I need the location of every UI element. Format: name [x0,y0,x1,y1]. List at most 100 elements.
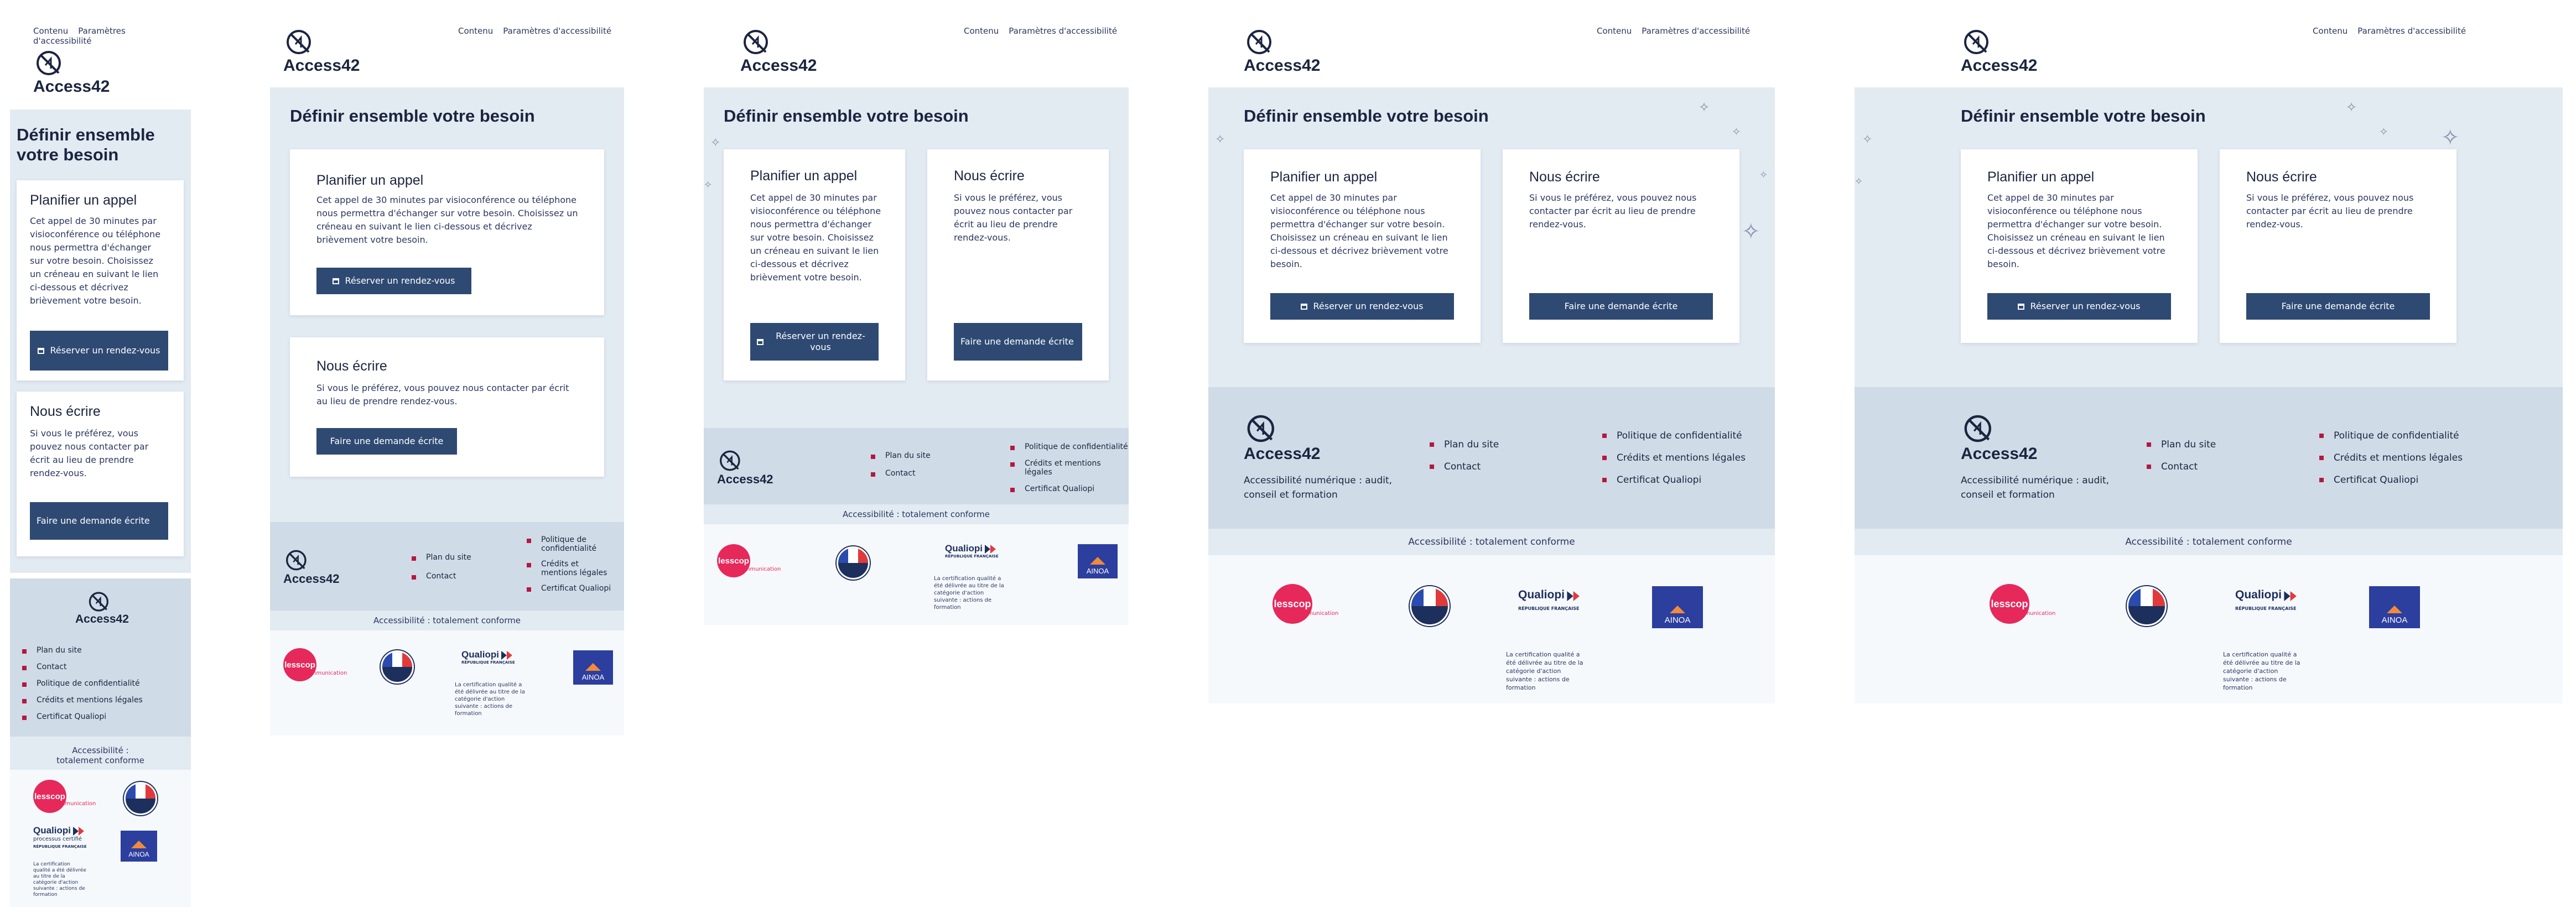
qualiopi-logo[interactable]: Qualiopi RÉPUBLIQUE FRANÇAISE [945,543,999,559]
footer-link-contact[interactable]: Contact [1430,461,1499,472]
footer-links-secondary: Politique de confidentialité Crédits et … [1602,430,1746,486]
book-appointment-button[interactable]: Réserver un rendez-vous [1270,293,1454,320]
footer-logo[interactable]: Access42 [717,447,773,487]
skip-link-accessibility[interactable]: Paramètres d'accessibilité [1642,26,1750,36]
skip-link-content[interactable]: Contenu [33,26,68,36]
ainoa-logo[interactable]: AINOA [1078,544,1118,578]
page-title: Définir ensemble votre besoin [290,106,535,126]
footer-link-privacy[interactable]: Politique de confidentialité [1602,430,1746,441]
footer-link-sitemap[interactable]: Plan du site [2147,439,2216,450]
sparkle-icon: ✧ [704,179,713,191]
footer-link-sitemap[interactable]: Plan du site [1430,439,1499,450]
skip-link-accessibility[interactable]: Paramètres d'accessibilité [2357,26,2466,36]
site-logo[interactable]: Access42 [1244,25,1320,75]
footer-link-contact[interactable]: Contact [22,663,143,671]
written-request-button[interactable]: Faire une demande écrite [2246,293,2430,320]
card-write: Nous écrire Si vous le préférez, vous po… [17,392,184,556]
accessibility-status[interactable]: Accessibilité : totalement conforme [10,737,191,770]
qualiopi-subtext: processus certifié [33,836,82,842]
footer-logo[interactable]: Access42 [75,588,129,626]
skip-links: Contenu Paramètres d'accessibilité [458,26,621,36]
agreement-badge[interactable] [381,650,414,684]
footer-link-privacy[interactable]: Politique de confidentialité [1010,442,1129,451]
card-call: Planifier un appel Cet appel de 30 minut… [290,149,604,315]
qualiopi-arrows-icon [2284,591,2297,601]
skip-link-content[interactable]: Contenu [1597,26,1632,36]
footer-link-credits[interactable]: Crédits et mentions légales [2319,452,2463,463]
qualiopi-logo[interactable]: Qualiopi RÉPUBLIQUE FRANÇAISE [2235,588,2300,611]
ainoa-label: AINOA [1664,616,1691,625]
scop-logo[interactable]: lesscop [33,780,66,813]
agreement-badge[interactable] [124,782,157,815]
accessibility-status[interactable]: Accessibilité : totalement conforme [1855,529,2563,555]
qualiopi-brand: Qualiopi [461,649,499,660]
written-request-button[interactable]: Faire une demande écrite [30,502,168,540]
qualiopi-logo[interactable]: Qualiopi processus certifié RÉPUBLIQUE F… [33,825,87,849]
hero-section: Définir ensemble votre besoin Planifier … [10,109,191,573]
access42-logo-icon [744,30,768,54]
footer-link-credits[interactable]: Crédits et mentions légales [1602,452,1746,463]
ainoa-logo[interactable]: AINOA [121,831,157,862]
site-logo[interactable]: Access42 [283,25,360,75]
qualiopi-logo[interactable]: Qualiopi RÉPUBLIQUE FRANÇAISE [461,649,516,665]
site-header: Contenu Paramètres d'accessibilité Access… [10,0,191,105]
footer-logo[interactable]: Access42 [1244,410,1320,463]
scop-logo[interactable]: lesscop [283,648,316,681]
footer-link-qualiopi[interactable]: Certificat Qualiopi [1602,474,1746,486]
footer-link-sitemap[interactable]: Plan du site [412,553,471,562]
skip-link-content[interactable]: Contenu [458,26,493,36]
footer-link-credits[interactable]: Crédits et mentions légales [22,696,143,705]
footer-link-sitemap[interactable]: Plan du site [22,646,143,655]
written-request-button[interactable]: Faire une demande écrite [1529,293,1713,320]
card-call-title: Planifier un appel [750,168,858,184]
agreement-badge[interactable] [837,546,870,580]
scop-logo[interactable]: lesscop [717,544,750,577]
footer-link-privacy[interactable]: Politique de confidentialité [527,535,615,553]
footer-link-qualiopi[interactable]: Certificat Qualiopi [527,584,615,593]
written-request-button[interactable]: Faire une demande écrite [316,428,457,455]
book-appointment-button[interactable]: Réserver un rendez-vous [316,268,471,294]
qualiopi-logo[interactable]: Qualiopi RÉPUBLIQUE FRANÇAISE [1518,588,1583,611]
book-appointment-button[interactable]: Réserver un rendez-vous [1987,293,2171,320]
card-call: Planifier un appel Cet appel de 30 minut… [17,180,184,380]
agreement-badge[interactable] [1410,586,1450,626]
footer-link-credits[interactable]: Crédits et mentions légales [527,560,615,577]
skip-link-accessibility[interactable]: Paramètres d'accessibilité [503,26,611,36]
footer-link-qualiopi[interactable]: Certificat Qualiopi [22,712,143,721]
footer-link-contact[interactable]: Contact [2147,461,2216,472]
access42-logo-icon [1964,30,1988,54]
accessibility-status[interactable]: Accessibilité : totalement conforme [704,504,1129,524]
site-logo[interactable]: Access42 [740,25,817,75]
footer-link-credits[interactable]: Crédits et mentions légales [1010,459,1129,477]
book-appointment-button[interactable]: Réserver un rendez-vous [30,331,168,371]
footer-logo[interactable]: Access42 [283,546,340,586]
site-logo[interactable]: Access42 [1961,25,2037,75]
book-appointment-button[interactable]: Réserver un rendez-vous [750,323,879,361]
card-write-title: Nous écrire [2246,169,2317,185]
footer-link-privacy[interactable]: Politique de confidentialité [22,679,143,688]
scop-logo[interactable]: lesscop [1990,584,2029,624]
accessibility-status[interactable]: Accessibilité : totalement conforme [1208,529,1775,555]
written-request-button[interactable]: Faire une demande écrite [954,323,1082,361]
accessibility-status[interactable]: Accessibilité : totalement conforme [270,611,624,630]
ainoa-logo[interactable]: AINOA [2369,586,2420,628]
site-logo[interactable]: Access42 [33,46,110,96]
footer-link-qualiopi[interactable]: Certificat Qualiopi [1010,484,1129,493]
footer-link-sitemap[interactable]: Plan du site [871,451,931,460]
ainoa-logo[interactable]: AINOA [573,650,613,685]
footer-link-qualiopi[interactable]: Certificat Qualiopi [2319,474,2463,486]
footer-links-primary: Plan du site Contact [1430,439,1499,472]
book-appointment-label: Réserver un rendez-vous [2030,301,2141,311]
skip-link-content[interactable]: Contenu [964,26,999,36]
footer-link-privacy[interactable]: Politique de confidentialité [2319,430,2463,441]
agreement-badge[interactable] [2127,586,2167,626]
scop-logo[interactable]: lesscop [1273,584,1312,624]
footer-link-contact[interactable]: Contact [412,572,471,581]
ainoa-logo[interactable]: AINOA [1652,586,1703,628]
skip-link-content[interactable]: Contenu [2313,26,2348,36]
written-request-label: Faire une demande écrite [960,336,1074,347]
skip-links: Contenu Paramètres d'accessibilité [964,26,1127,36]
skip-link-accessibility[interactable]: Paramètres d'accessibilité [1009,26,1117,36]
footer-link-contact[interactable]: Contact [871,469,931,478]
footer-logo[interactable]: Access42 [1961,410,2037,463]
